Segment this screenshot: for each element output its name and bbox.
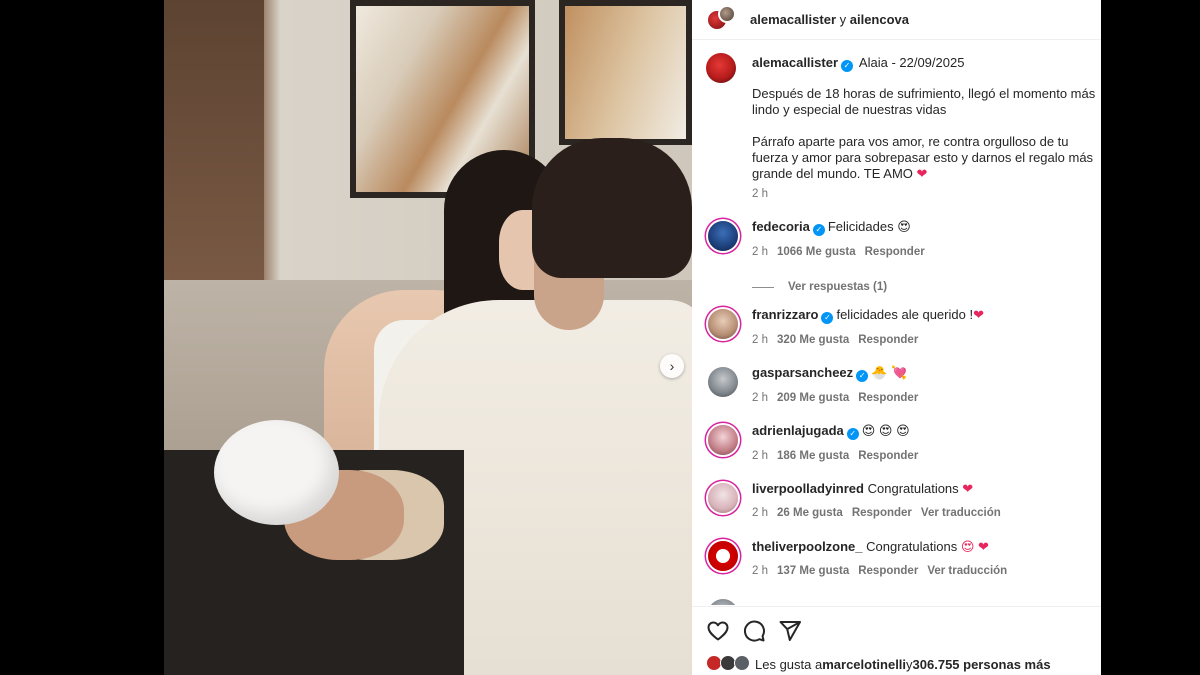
reply-button[interactable]: Responder — [852, 507, 912, 519]
verified-badge-icon: ✓ — [841, 60, 854, 72]
divider — [752, 286, 774, 288]
avatar[interactable] — [718, 4, 736, 23]
comments-scroll-area[interactable]: alemacallister ✓ Alaia - 22/09/2025 Despu… — [692, 41, 1101, 605]
verified-badge-icon: ✓ — [856, 370, 869, 382]
comment-emoji: 😍 😍 😍 — [861, 423, 910, 438]
avatar[interactable] — [708, 367, 738, 397]
reply-button[interactable]: Responder — [858, 450, 918, 462]
photo-baby-cap — [214, 420, 339, 525]
avatar[interactable] — [708, 221, 738, 251]
post-photo[interactable] — [164, 0, 692, 675]
liker-avatars — [706, 655, 752, 673]
caption-paragraph: Después de 18 horas de sufrimiento, lleg… — [752, 86, 1096, 117]
verified-badge-icon: ✓ — [846, 428, 859, 440]
paper-plane-icon[interactable] — [778, 619, 802, 643]
comment-username[interactable]: liverpoolladyinred — [752, 481, 864, 496]
reply-button[interactable]: Responder — [858, 565, 918, 577]
caption-time[interactable]: 2 h — [752, 188, 768, 200]
post-authors: alemacallister y ailencova — [750, 12, 909, 27]
reply-button[interactable]: Responder — [858, 392, 918, 404]
post-header: alemacallister y ailencova — [692, 0, 1101, 40]
comment-likes[interactable]: 209 Me gusta — [777, 392, 849, 404]
next-photo-button[interactable]: › — [660, 354, 684, 378]
translate-button[interactable]: Ver traducción — [927, 565, 1007, 577]
verified-badge-icon: ✓ — [812, 224, 825, 236]
comment-text: Felicidades — [827, 219, 894, 234]
post-viewer: › alemacallister y ailencova alemacallis… — [0, 0, 1200, 675]
heart-outline-icon[interactable] — [706, 619, 730, 643]
comment-likes[interactable]: 320 Me gusta — [777, 334, 849, 346]
comment-text: Congratulations — [866, 539, 958, 554]
comment-likes[interactable]: 1066 Me gusta — [777, 246, 856, 258]
view-replies-button[interactable]: Ver respuestas (1) — [752, 281, 887, 293]
comment-emoji: ❤ — [962, 481, 974, 496]
liker-username[interactable]: marcelotinelli — [822, 657, 906, 672]
reply-button[interactable]: Responder — [858, 334, 918, 346]
caption-paragraph: Párrafo aparte para vos amor, re contra … — [752, 134, 1094, 181]
translate-button[interactable]: Ver traducción — [921, 507, 1001, 519]
comment-username[interactable]: gasparsancheez — [752, 365, 853, 380]
avatar[interactable] — [706, 53, 736, 83]
photo-man-hair — [532, 138, 692, 278]
likes-summary[interactable]: Les gusta a marcelotinelli y 306.755 per… — [706, 655, 1051, 673]
post-side-panel: alemacallister y ailencova alemacalliste… — [692, 0, 1101, 675]
comment-username[interactable]: franrizzaro — [752, 307, 818, 322]
avatar[interactable] — [708, 599, 738, 605]
verified-badge-icon: ✓ — [821, 312, 834, 324]
comment-time[interactable]: 2 h — [752, 507, 768, 519]
comment-time[interactable]: 2 h — [752, 246, 768, 258]
comment-text: Congratulations — [867, 481, 959, 496]
comment-username[interactable]: theliverpoolzone_ — [752, 539, 863, 554]
comment-time[interactable]: 2 h — [752, 450, 768, 462]
comment-emoji: 🐣 💘 — [871, 365, 908, 380]
comment-likes[interactable]: 137 Me gusta — [777, 565, 849, 577]
chevron-right-icon: › — [669, 358, 675, 374]
reply-button[interactable]: Responder — [865, 246, 925, 258]
speech-bubble-icon[interactable] — [742, 619, 766, 643]
comment-username[interactable]: adrienlajugada — [752, 423, 844, 438]
comment-time[interactable]: 2 h — [752, 392, 768, 404]
likes-prefix: Les gusta a — [755, 656, 823, 672]
comment-time[interactable]: 2 h — [752, 334, 768, 346]
photo-door — [164, 0, 264, 290]
avatar[interactable] — [708, 483, 738, 513]
caption-username[interactable]: alemacallister — [752, 55, 838, 70]
likes-count[interactable]: 306.755 personas más — [913, 657, 1051, 672]
authors-separator: y — [836, 12, 850, 27]
author-username[interactable]: alemacallister — [750, 12, 836, 27]
comment-likes[interactable]: 26 Me gusta — [777, 507, 843, 519]
avatar — [734, 655, 750, 671]
avatar[interactable] — [708, 541, 738, 571]
comment-likes[interactable]: 186 Me gusta — [777, 450, 849, 462]
comment-text: felicidades ale querido ! — [836, 307, 974, 322]
comment-time[interactable]: 2 h — [752, 565, 768, 577]
heart-emoji: ❤ — [916, 166, 928, 181]
comment-emoji: 😍 — [897, 219, 911, 234]
comment-username[interactable]: fedecoria — [752, 219, 810, 234]
post-actions: Les gusta a marcelotinelli y 306.755 per… — [692, 606, 1101, 675]
author-avatars[interactable] — [706, 4, 736, 35]
comment-emoji: ❤ — [973, 307, 984, 322]
coauthor-username[interactable]: ailencova — [850, 12, 909, 27]
avatar[interactable] — [708, 425, 738, 455]
comment-emoji: 😍 ❤ — [960, 539, 989, 554]
avatar[interactable] — [708, 309, 738, 339]
caption-title: Alaia - 22/09/2025 — [858, 55, 965, 70]
photo-painting-small — [559, 0, 692, 145]
